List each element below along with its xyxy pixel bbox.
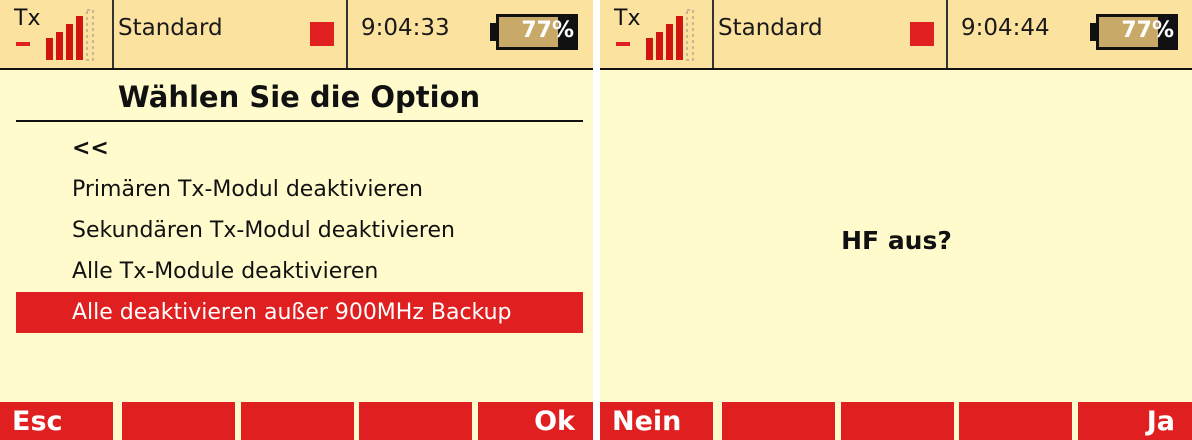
battery-percent: 77%: [1121, 18, 1174, 43]
softkey-ok[interactable]: Ok: [478, 402, 593, 440]
signal-bars-icon: [616, 9, 694, 61]
softkey-3[interactable]: [241, 402, 354, 440]
status-divider: [346, 0, 348, 68]
record-indicator-icon: [310, 22, 334, 46]
menu-item-primary-tx[interactable]: Primären Tx-Modul deaktivieren: [16, 169, 583, 210]
softkey-ja[interactable]: Ja: [1078, 402, 1192, 440]
battery-icon: 77%: [490, 14, 578, 50]
softkey-bar: Nein Ja: [600, 402, 1192, 440]
softkey-4[interactable]: [959, 402, 1072, 440]
softkey-bar: Esc Ok: [0, 402, 593, 440]
softkey-2[interactable]: [122, 402, 235, 440]
menu-item-all-except-backup[interactable]: Alle deaktivieren außer 900MHz Backup: [16, 292, 583, 333]
tx-signal: Tx: [614, 4, 714, 64]
title-divider: [16, 120, 583, 122]
softkey-3[interactable]: [841, 402, 954, 440]
softkey-2[interactable]: [722, 402, 835, 440]
left-screen: Tx Standard 9:04:33 77% Wählen Sie die O…: [0, 0, 593, 440]
menu-item-secondary-tx[interactable]: Sekundären Tx-Modul deaktivieren: [16, 210, 583, 251]
clock: 9:04:33: [361, 15, 450, 41]
signal-bars-icon: [16, 9, 94, 61]
right-screen: Tx Standard 9:04:44 77% HF aus? Nein Ja: [600, 0, 1192, 440]
battery-percent: 77%: [521, 18, 574, 43]
softkey-esc[interactable]: Esc: [0, 402, 113, 440]
page-title: Wählen Sie die Option: [117, 80, 481, 114]
tx-signal: Tx: [14, 4, 114, 64]
status-bar: Tx Standard 9:04:33 77%: [0, 0, 593, 70]
menu-item-all-tx[interactable]: Alle Tx-Module deaktivieren: [16, 251, 583, 292]
model-name: Standard: [118, 15, 223, 41]
softkey-nein[interactable]: Nein: [600, 402, 713, 440]
status-bar: Tx Standard 9:04:44 77%: [600, 0, 1192, 70]
option-menu: << Primären Tx-Modul deaktivieren Sekund…: [16, 128, 583, 333]
status-divider: [112, 0, 114, 68]
clock: 9:04:44: [961, 15, 1050, 41]
battery-icon: 77%: [1090, 14, 1178, 50]
softkey-4[interactable]: [359, 402, 472, 440]
record-indicator-icon: [910, 22, 934, 46]
status-divider: [946, 0, 948, 68]
menu-item-back[interactable]: <<: [16, 128, 583, 169]
confirm-question: HF aus?: [841, 226, 952, 255]
model-name: Standard: [718, 15, 823, 41]
status-divider: [712, 0, 714, 68]
